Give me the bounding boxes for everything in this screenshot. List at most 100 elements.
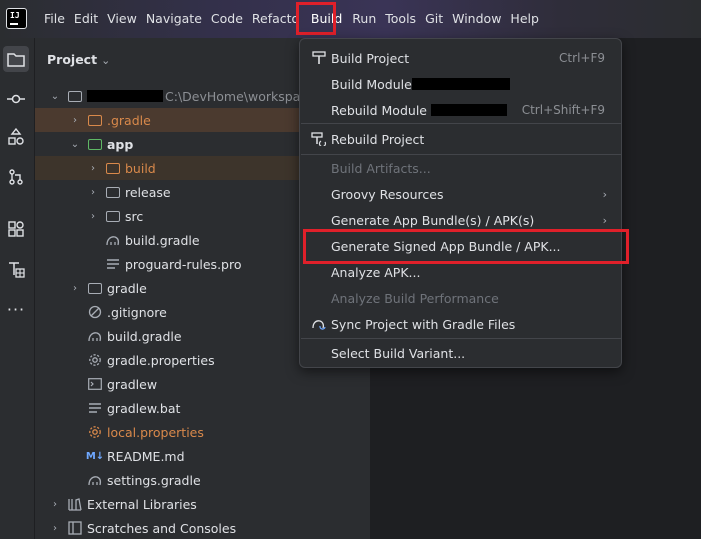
chevron-right-icon[interactable]: › — [49, 499, 61, 510]
tree-label: src — [125, 208, 144, 224]
android-module-icon — [87, 136, 103, 152]
menu-item-label: Generate App Bundle(s) / APK(s) — [331, 212, 535, 228]
tree-row-external-libraries[interactable]: › External Libraries — [35, 492, 370, 516]
menu-code[interactable]: Code — [211, 10, 243, 28]
tree-label: README.md — [107, 448, 185, 464]
chevron-right-icon[interactable]: › — [69, 283, 81, 294]
expand-arrow-icon[interactable]: ⌄ — [49, 91, 61, 102]
tree-label: proguard-rules.pro — [125, 256, 242, 272]
tree-row-gradlew-bat[interactable]: gradlew.bat — [35, 396, 370, 420]
tree-row-readme[interactable]: M↓ README.md — [35, 444, 370, 468]
app-logo-icon[interactable]: IJ — [6, 8, 27, 29]
tree-label: gradle — [107, 280, 147, 296]
folder-icon — [87, 112, 103, 128]
menu-separator — [301, 123, 621, 124]
tree-label: .gitignore — [107, 304, 167, 320]
tree-row-local-properties[interactable]: local.properties — [35, 420, 370, 444]
menu-item-label: Select Build Variant... — [331, 345, 466, 361]
menu-item-build-project[interactable]: Build Project Ctrl+F9 — [301, 45, 621, 71]
main-menu: File Edit View Navigate Code Refacto Bui… — [44, 10, 548, 28]
gradle-elephant-icon — [105, 232, 121, 248]
menu-item-label: Generate Signed App Bundle / APK... — [331, 238, 561, 254]
menu-item-label: Analyze APK... — [331, 264, 421, 280]
tree-row-settings-gradle[interactable]: settings.gradle — [35, 468, 370, 492]
expand-arrow-icon[interactable]: ⌄ — [69, 139, 81, 150]
menu-item-build-module[interactable]: Build Module — [301, 71, 621, 97]
database-inspector-icon[interactable] — [3, 256, 29, 282]
menu-item-groovy-resources[interactable]: Groovy Resources › — [301, 181, 621, 207]
resource-manager-icon[interactable] — [3, 216, 29, 242]
chevron-right-icon[interactable]: › — [87, 163, 99, 174]
menu-item-label: Build Artifacts... — [331, 160, 431, 176]
text-file-icon — [87, 400, 103, 416]
folder-icon — [87, 280, 103, 296]
menu-run[interactable]: Run — [352, 10, 376, 28]
menu-item-label: Groovy Resources — [331, 186, 444, 202]
tool-window-strip: ··· — [0, 38, 35, 539]
pull-requests-icon[interactable] — [3, 164, 29, 190]
menu-file[interactable]: File — [44, 10, 65, 28]
menu-separator — [301, 338, 621, 339]
tree-row-scratches[interactable]: › Scratches and Consoles — [35, 516, 370, 539]
menu-help[interactable]: Help — [510, 10, 539, 28]
menu-item-label: Analyze Build Performance — [331, 290, 499, 306]
tree-label: External Libraries — [87, 496, 197, 512]
tree-label: build.gradle — [125, 232, 200, 248]
redacted-project-name — [87, 90, 163, 102]
menu-edit[interactable]: Edit — [74, 10, 98, 28]
chevron-right-icon[interactable]: › — [87, 187, 99, 198]
menu-item-sync-gradle[interactable]: Sync Project with Gradle Files — [301, 311, 621, 337]
gradle-elephant-icon — [87, 328, 103, 344]
project-panel-title: Project — [47, 52, 98, 67]
chevron-right-icon[interactable]: › — [69, 115, 81, 126]
tree-label: gradlew.bat — [107, 400, 181, 416]
menu-refactor[interactable]: Refacto — [252, 10, 296, 28]
menu-item-label: Sync Project with Gradle Files — [331, 316, 516, 332]
menu-window[interactable]: Window — [452, 10, 501, 28]
chevron-right-icon: › — [602, 213, 607, 227]
gradle-sync-icon — [310, 317, 328, 331]
rebuild-icon — [310, 132, 328, 146]
project-panel-header[interactable]: Project ⌄ — [47, 52, 110, 67]
tree-row-gradlew[interactable]: gradlew — [35, 372, 370, 396]
settings-gear-icon — [87, 352, 103, 368]
terminal-icon — [87, 376, 103, 392]
project-folder-icon[interactable] — [3, 46, 29, 72]
redacted-module-name — [411, 78, 510, 90]
menu-item-rebuild-project[interactable]: Rebuild Project — [301, 126, 621, 152]
commit-icon[interactable] — [3, 86, 29, 112]
title-bar: IJ File Edit View Navigate Code Refacto … — [0, 0, 701, 38]
menu-item-analyze-apk[interactable]: Analyze APK... — [301, 259, 621, 285]
chevron-right-icon[interactable]: › — [49, 523, 61, 534]
chevron-down-icon: ⌄ — [101, 54, 111, 67]
menu-item-generate-signed-bundle[interactable]: Generate Signed App Bundle / APK... — [301, 233, 621, 259]
folder-icon — [105, 208, 121, 224]
menu-item-analyze-build-performance: Analyze Build Performance — [301, 285, 621, 311]
shortcut-label: Ctrl+Shift+F9 — [521, 103, 605, 117]
menu-build[interactable]: Build — [311, 10, 342, 28]
menu-item-label: Rebuild Project — [331, 131, 425, 147]
menu-item-generate-app-bundles[interactable]: Generate App Bundle(s) / APK(s) › — [301, 207, 621, 233]
tree-label: build — [125, 160, 156, 176]
menu-item-select-build-variant[interactable]: Select Build Variant... — [301, 340, 621, 366]
menu-item-label: Build Module — [331, 76, 412, 92]
folder-icon — [105, 184, 121, 200]
tree-label: settings.gradle — [107, 472, 201, 488]
gradle-elephant-icon — [87, 472, 103, 488]
menu-view[interactable]: View — [107, 10, 137, 28]
tree-label: local.properties — [107, 424, 204, 440]
menu-navigate[interactable]: Navigate — [146, 10, 202, 28]
folder-icon — [105, 160, 121, 176]
menu-git[interactable]: Git — [425, 10, 443, 28]
chevron-right-icon: › — [602, 187, 607, 201]
module-folder-icon — [67, 88, 83, 104]
more-tools-icon[interactable]: ··· — [3, 296, 29, 322]
structure-icon[interactable] — [3, 124, 29, 150]
chevron-right-icon[interactable]: › — [87, 211, 99, 222]
text-file-icon — [105, 256, 121, 272]
menu-item-build-artifacts: Build Artifacts... — [301, 155, 621, 181]
markdown-icon: M↓ — [85, 450, 105, 462]
menu-item-rebuild-module[interactable]: Rebuild Module Ctrl+Shift+F9 — [301, 97, 621, 123]
menu-item-label: Rebuild Module — [331, 102, 427, 118]
menu-tools[interactable]: Tools — [385, 10, 416, 28]
